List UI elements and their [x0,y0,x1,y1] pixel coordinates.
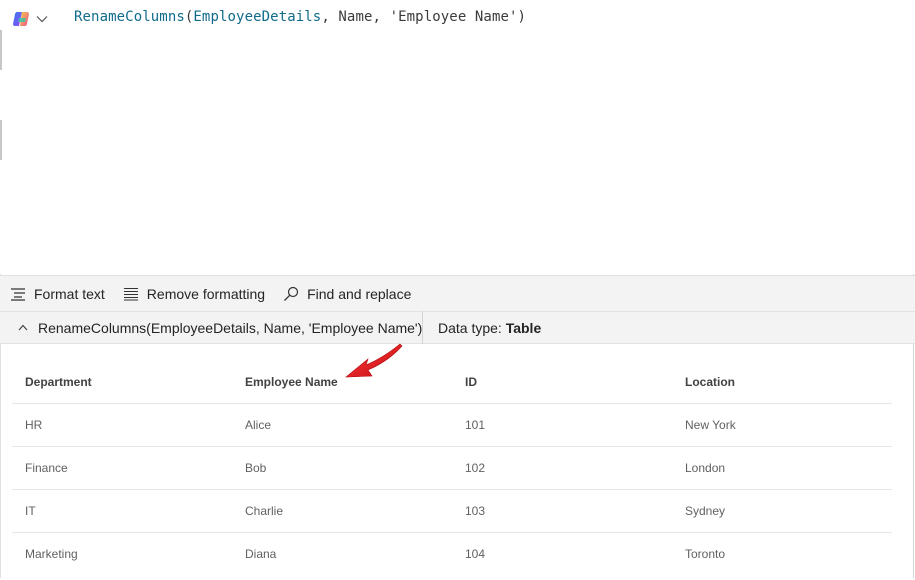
format-text-label: Format text [34,286,105,302]
table-cell: Diana [245,547,277,561]
chevron-up-icon [18,324,28,331]
divider [422,311,423,344]
table-cell: Charlie [245,504,284,518]
column-header-location: Location [685,374,735,389]
data-type-value: Table [505,319,542,336]
table-cell: Alice [245,418,272,432]
result-formula: RenameColumns(EmployeeDetails, Name, 'Em… [38,319,423,336]
format-text-button[interactable]: Format text [0,276,113,312]
formula-arg-new-column: 'Employee Name' [389,9,518,25]
table-header-row: Department Employee Name ID Location [12,360,892,404]
data-type-indicator: Data type: Table [438,320,541,336]
formula-text[interactable]: RenameColumns(EmployeeDetails, Name, 'Em… [74,9,526,25]
table-cell: Sydney [685,504,726,518]
table-cell: Finance [25,461,68,475]
collapse-result-button[interactable] [12,317,34,339]
remove-formatting-button[interactable]: Remove formatting [113,276,273,312]
table-cell: Toronto [685,547,726,561]
table-cell: 102 [465,461,486,475]
table-cell: 101 [465,418,486,432]
table-cell: IT [25,504,36,518]
table-cell: New York [685,418,736,432]
find-replace-label: Find and replace [307,286,412,302]
search-icon [284,286,299,301]
data-type-label: Data type: [438,319,506,336]
copilot-menu-button[interactable] [12,8,56,30]
table-cell: Marketing [25,547,78,561]
formula-editor[interactable]: RenameColumns(EmployeeDetails, Name, 'Em… [0,0,915,274]
column-header-department: Department [25,374,92,389]
table-cell: HR [25,418,43,432]
annotation-arrow-icon [345,343,403,378]
table-cell: London [685,461,726,475]
table-row: Finance Bob 102 London [12,447,892,490]
chevron-down-icon [36,16,48,23]
formula-separator: , [372,9,390,25]
format-text-icon [11,288,25,301]
formula-separator: , [321,9,339,25]
table-cell: 103 [465,504,486,518]
table-row: IT Charlie 103 Sydney [12,490,892,533]
formula-arg-table: EmployeeDetails [193,9,322,25]
table-row: HR Alice 101 New York [12,404,892,447]
table-row: Marketing Diana 104 Toronto [12,533,892,575]
left-edge-marker [0,120,2,160]
formula-close-paren: ) [517,9,527,25]
column-header-id: ID [465,374,477,389]
left-edge-marker [0,30,2,70]
remove-formatting-icon [123,287,138,301]
find-replace-button[interactable]: Find and replace [273,276,419,312]
formula-arg-old-column: Name [338,9,373,25]
result-bar: RenameColumns(EmployeeDetails, Name, 'Em… [0,311,915,344]
copilot-icon [13,11,29,27]
formula-toolbar: Format text Remove formatting Find and r… [0,275,915,312]
remove-formatting-label: Remove formatting [146,286,266,302]
table-cell: 104 [465,547,486,561]
result-table: Department Employee Name ID Location HR … [12,360,892,575]
formula-function: RenameColumns [74,9,185,25]
table-cell: Bob [245,461,267,475]
